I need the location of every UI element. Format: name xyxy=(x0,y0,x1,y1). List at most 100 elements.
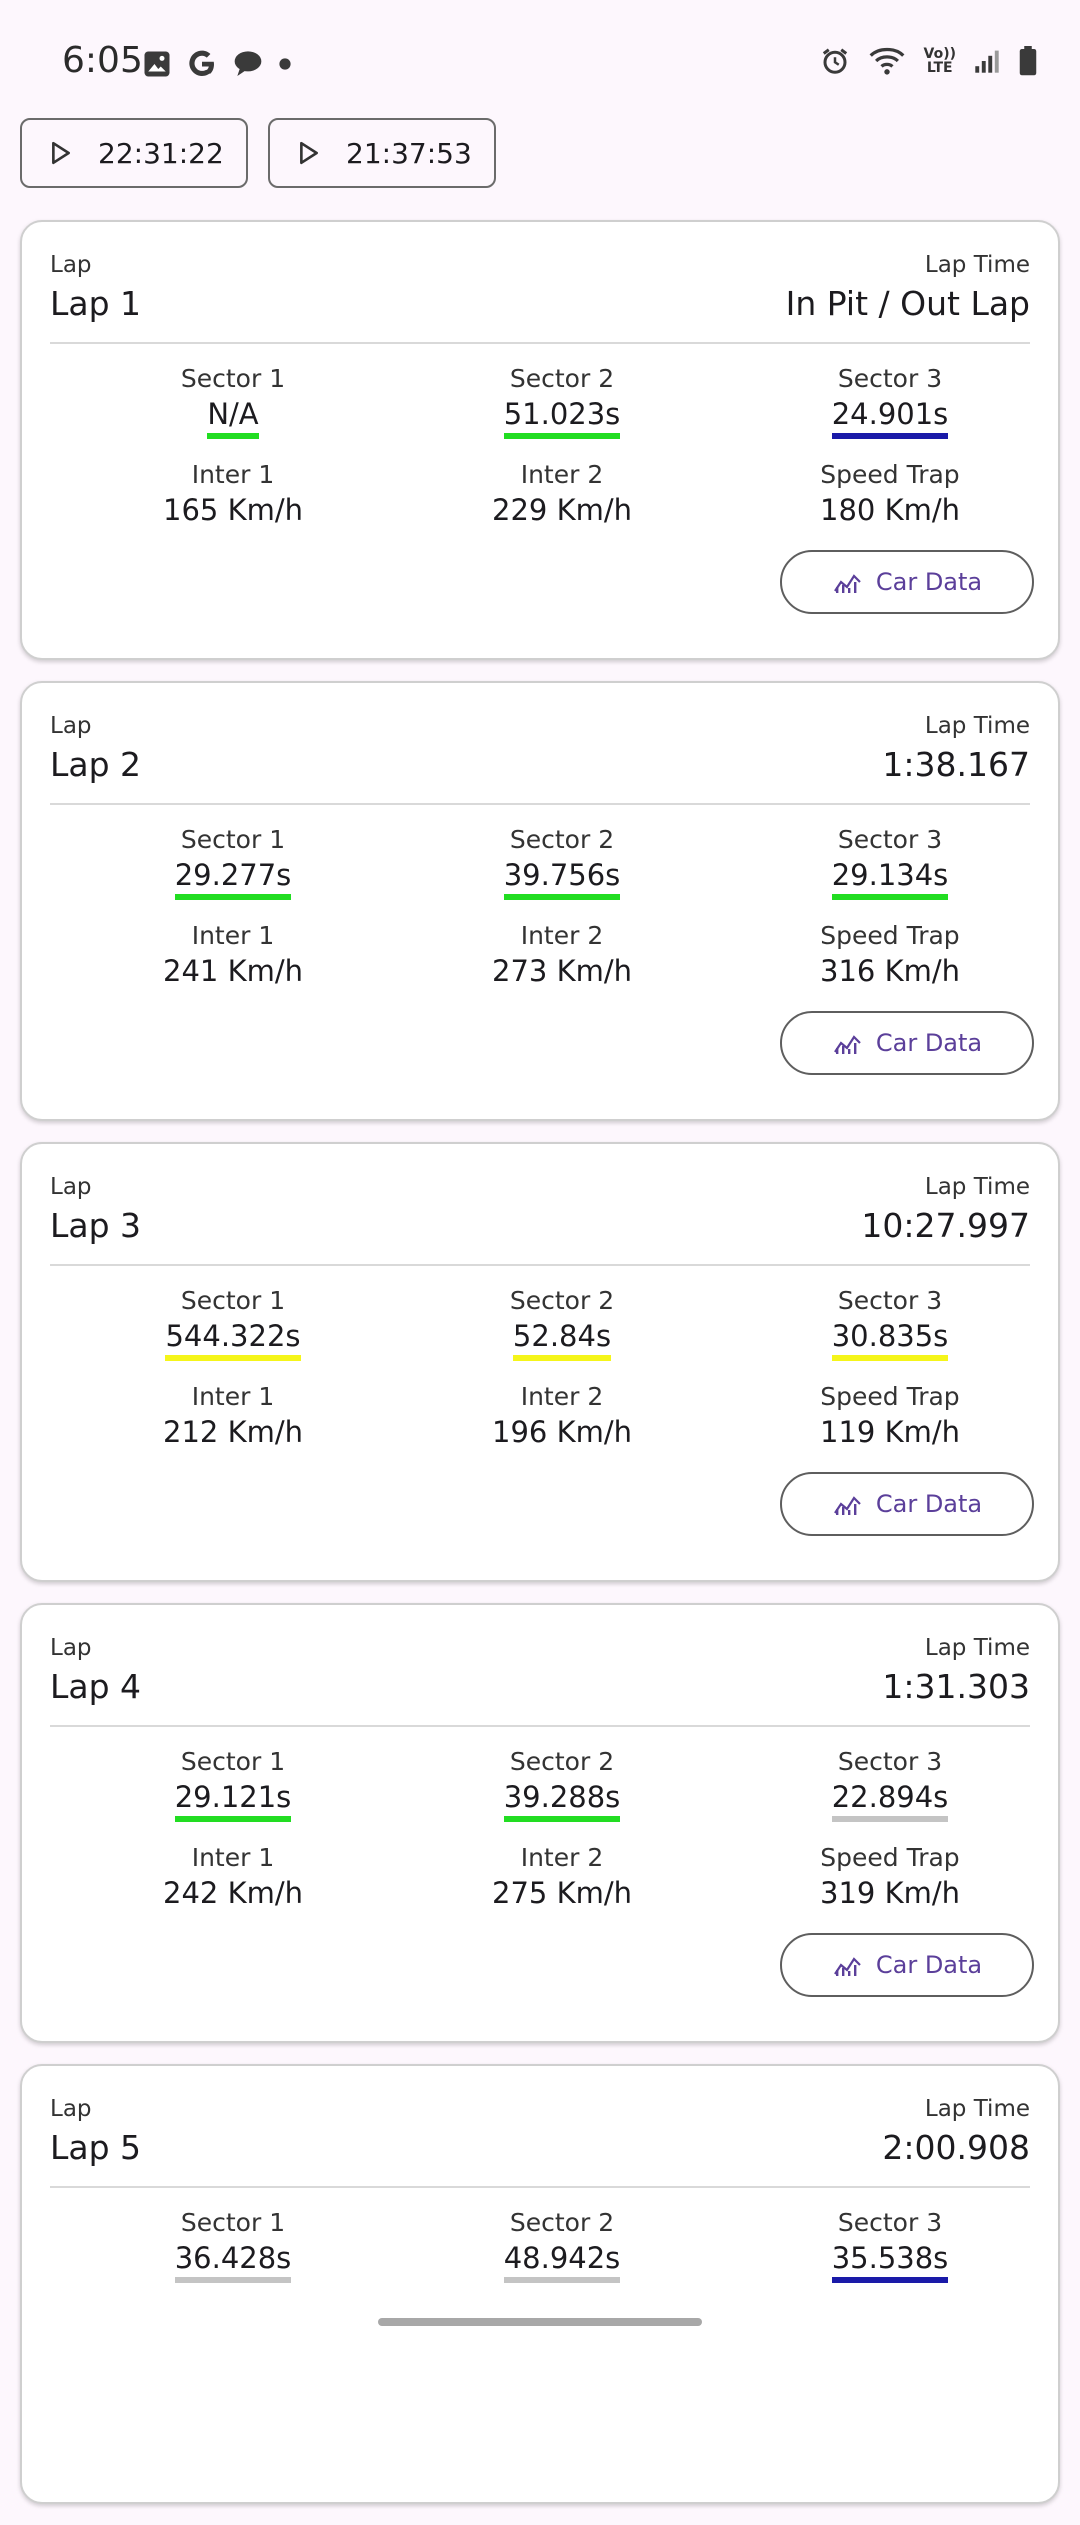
chart-icon xyxy=(832,1030,862,1056)
inter1-value: 242 Km/h xyxy=(163,1876,303,1910)
inter1-label: Inter 1 xyxy=(191,921,275,950)
car-data-label: Car Data xyxy=(875,568,983,596)
gallery-icon xyxy=(142,49,172,79)
inter2-value: 229 Km/h xyxy=(492,493,632,527)
sector1-label: Sector 1 xyxy=(180,2208,286,2237)
sector3: Sector 3 30.835s xyxy=(725,1286,1055,1361)
sector1: Sector 1 36.428s xyxy=(68,2208,398,2283)
system-icons: Vo)) LTE xyxy=(820,46,1038,76)
sector2-value: 48.942s xyxy=(503,2241,621,2283)
session-buttons: 22:31:22 21:37:53 xyxy=(20,118,496,188)
play-icon xyxy=(50,141,72,165)
inter2-value: 196 Km/h xyxy=(492,1415,632,1449)
car-data-label: Car Data xyxy=(875,1029,983,1057)
sector3: Sector 3 24.901s xyxy=(725,364,1055,439)
car-data-button[interactable]: Car Data xyxy=(780,1472,1034,1536)
speed-trap-label: Speed Trap xyxy=(820,921,960,950)
lap-card: Lap Lap 3 Lap Time 10:27.997 Sector 1 54… xyxy=(20,1142,1060,1582)
lap-time-label: Lap Time xyxy=(924,1635,1030,1661)
inter1-label: Inter 1 xyxy=(191,460,275,489)
sector1-value: 544.322s xyxy=(165,1319,301,1361)
sector3-label: Sector 3 xyxy=(837,1286,943,1315)
signal-icon xyxy=(974,48,1000,74)
lap-name: Lap 1 xyxy=(50,284,142,323)
sector3-value: 24.901s xyxy=(831,397,949,439)
sector1-value: 36.428s xyxy=(174,2241,292,2283)
lap-label: Lap xyxy=(50,1635,92,1661)
sector1-label: Sector 1 xyxy=(180,1747,286,1776)
sector2: Sector 2 52.84s xyxy=(397,1286,727,1361)
inter2-value: 275 Km/h xyxy=(492,1876,632,1910)
inter1-value: 165 Km/h xyxy=(163,493,303,527)
sector2-value: 52.84s xyxy=(512,1319,612,1361)
lap-card: Lap Lap 4 Lap Time 1:31.303 Sector 1 29.… xyxy=(20,1603,1060,2043)
inter2-label: Inter 2 xyxy=(520,460,604,489)
status-time: 6:05 xyxy=(62,40,143,81)
inter1-label: Inter 1 xyxy=(191,1843,275,1872)
inter2-value: 273 Km/h xyxy=(492,954,632,988)
lap-time-value: 1:31.303 xyxy=(882,1667,1030,1706)
sector3: Sector 3 29.134s xyxy=(725,825,1055,900)
inter2-label: Inter 2 xyxy=(520,921,604,950)
session-button-2[interactable]: 21:37:53 xyxy=(268,118,496,188)
sector2-label: Sector 2 xyxy=(509,1286,615,1315)
speed-trap-label: Speed Trap xyxy=(820,460,960,489)
car-data-button[interactable]: Car Data xyxy=(780,550,1034,614)
lap-label: Lap xyxy=(50,252,92,278)
lap-time-label: Lap Time xyxy=(924,713,1030,739)
car-data-button[interactable]: Car Data xyxy=(780,1011,1034,1075)
sector1: Sector 1 29.277s xyxy=(68,825,398,900)
sector3-value: 30.835s xyxy=(831,1319,949,1361)
speed-trap-value: 316 Km/h xyxy=(820,954,960,988)
car-data-label: Car Data xyxy=(875,1490,983,1518)
play-icon xyxy=(298,141,320,165)
inter2-label: Inter 2 xyxy=(520,1843,604,1872)
divider xyxy=(50,2186,1030,2188)
lap-name: Lap 2 xyxy=(50,745,142,784)
sector3: Sector 3 22.894s xyxy=(725,1747,1055,1822)
divider xyxy=(50,342,1030,344)
chat-icon xyxy=(232,49,264,79)
inter1-label: Inter 1 xyxy=(191,1382,275,1411)
sector3-value: 22.894s xyxy=(831,1780,949,1822)
sector1-value: 29.277s xyxy=(174,858,292,900)
inter2: Inter 2 229 Km/h xyxy=(397,460,727,529)
status-bar: 6:05 Vo)) LTE xyxy=(0,0,1080,120)
session-button-1[interactable]: 22:31:22 xyxy=(20,118,248,188)
sector2-value: 51.023s xyxy=(503,397,621,439)
sector2: Sector 2 51.023s xyxy=(397,364,727,439)
speed-trap: Speed Trap 316 Km/h xyxy=(725,921,1055,990)
speed-trap: Speed Trap 180 Km/h xyxy=(725,460,1055,529)
session-label: 21:37:53 xyxy=(346,136,472,170)
lap-time-value: 2:00.908 xyxy=(882,2128,1030,2167)
lap-name: Lap 4 xyxy=(50,1667,142,1706)
car-data-button[interactable]: Car Data xyxy=(780,1933,1034,1997)
inter2: Inter 2 196 Km/h xyxy=(397,1382,727,1451)
lap-time-value: 10:27.997 xyxy=(861,1206,1030,1245)
gesture-nav-handle[interactable] xyxy=(378,2318,702,2326)
sector1-label: Sector 1 xyxy=(180,825,286,854)
lap-card: Lap Lap 5 Lap Time 2:00.908 Sector 1 36.… xyxy=(20,2064,1060,2504)
sector3-label: Sector 3 xyxy=(837,2208,943,2237)
sector3-value: 29.134s xyxy=(831,858,949,900)
lap-label: Lap xyxy=(50,713,92,739)
sector1: Sector 1 29.121s xyxy=(68,1747,398,1822)
inter1: Inter 1 212 Km/h xyxy=(68,1382,398,1451)
chart-icon xyxy=(832,569,862,595)
lap-time-value: In Pit / Out Lap xyxy=(785,284,1030,323)
speed-trap-label: Speed Trap xyxy=(820,1382,960,1411)
volte-icon: Vo)) LTE xyxy=(924,47,956,75)
sector1-value: 29.121s xyxy=(174,1780,292,1822)
sector3-label: Sector 3 xyxy=(837,1747,943,1776)
speed-trap: Speed Trap 319 Km/h xyxy=(725,1843,1055,1912)
lap-list[interactable]: Lap Lap 1 Lap Time In Pit / Out Lap Sect… xyxy=(20,220,1060,2525)
divider xyxy=(50,1725,1030,1727)
inter1: Inter 1 165 Km/h xyxy=(68,460,398,529)
inter2-label: Inter 2 xyxy=(520,1382,604,1411)
lap-label: Lap xyxy=(50,1174,92,1200)
speed-trap: Speed Trap 119 Km/h xyxy=(725,1382,1055,1451)
battery-icon xyxy=(1018,46,1038,76)
inter1-value: 212 Km/h xyxy=(163,1415,303,1449)
inter1-value: 241 Km/h xyxy=(163,954,303,988)
google-icon xyxy=(186,48,218,80)
